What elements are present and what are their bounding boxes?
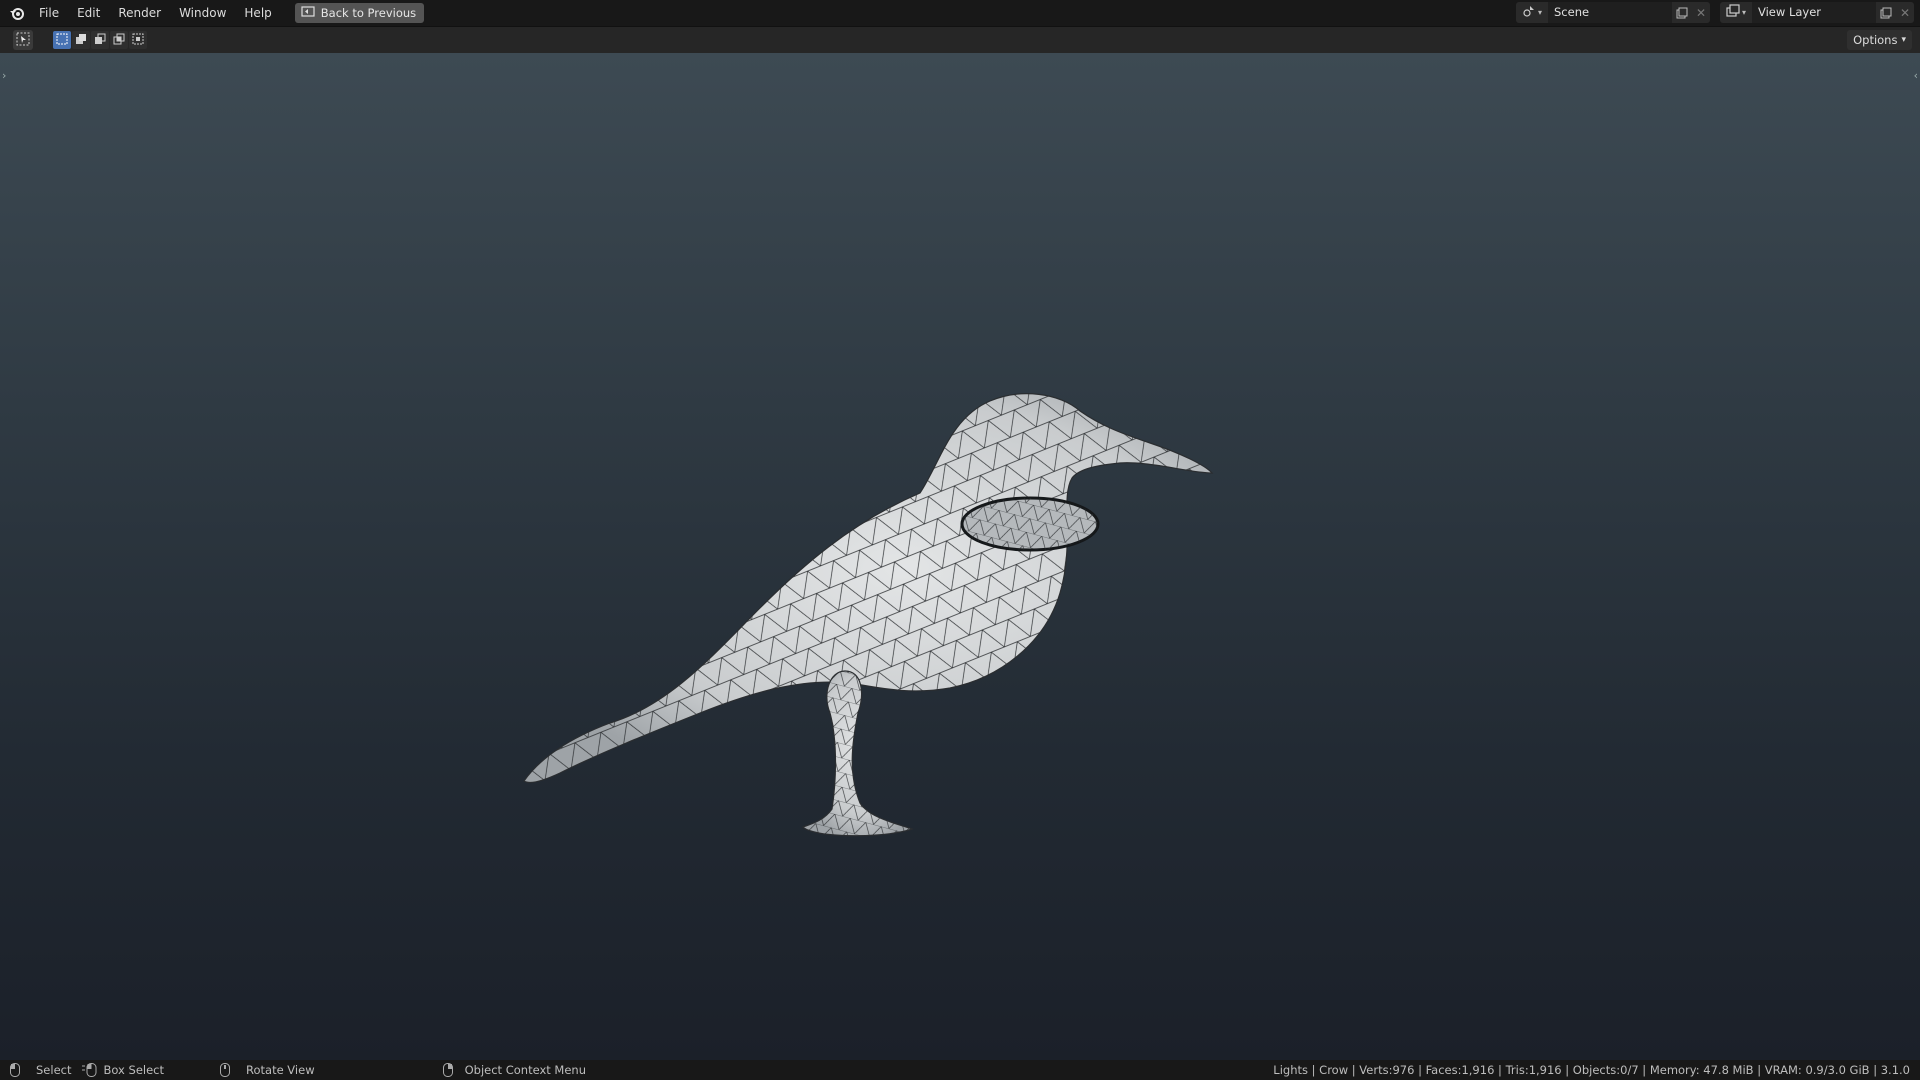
mode-new-selection-button[interactable] xyxy=(53,31,71,49)
mode-intersect-selection-button[interactable] xyxy=(129,31,147,49)
selection-mode-group xyxy=(53,31,147,49)
back-to-previous-icon xyxy=(301,5,315,21)
delete-scene-icon[interactable]: ✕ xyxy=(1692,2,1710,23)
sidebar-expand-arrow-icon[interactable]: ‹ xyxy=(1914,69,1918,82)
intersect-selection-icon xyxy=(132,33,144,48)
top-bar: File Edit Render Window Help Back to Pre… xyxy=(0,0,1920,27)
scene-dropdown[interactable]: ▾ xyxy=(1516,2,1548,23)
scene-name-field[interactable]: Scene xyxy=(1548,2,1672,23)
middle-mouse-icon xyxy=(220,1063,230,1077)
new-selection-icon xyxy=(56,33,68,48)
status-rotate-view-hint: Rotate View xyxy=(220,1063,315,1077)
status-bar: Select Box Select Rotate View Object Con… xyxy=(0,1060,1920,1080)
chevron-down-icon: ▾ xyxy=(1537,8,1542,17)
left-mouse-icon xyxy=(10,1063,20,1077)
workspace-selectors: ▾ Scene ✕ ▾ View Layer ✕ xyxy=(1516,2,1914,23)
crow-leg xyxy=(802,670,914,837)
crow-body xyxy=(523,393,1214,784)
options-dropdown[interactable]: Options ▾ xyxy=(1847,30,1912,50)
status-select-hint: Select xyxy=(10,1063,71,1077)
rotate-view-hint-label: Rotate View xyxy=(246,1063,315,1077)
toolbar-expand-arrow-icon[interactable]: › xyxy=(2,69,6,82)
new-scene-icon[interactable] xyxy=(1672,2,1692,23)
subtract-selection-icon xyxy=(94,33,106,48)
select-box-tool-button[interactable] xyxy=(13,30,33,50)
crow-mesh[interactable] xyxy=(500,333,1260,873)
mode-invert-selection-button[interactable] xyxy=(110,31,128,49)
chevron-down-icon: ▾ xyxy=(1741,8,1746,17)
view-layer-icon xyxy=(1726,4,1740,21)
context-menu-hint-label: Object Context Menu xyxy=(464,1063,586,1077)
options-label: Options xyxy=(1853,33,1898,47)
extend-selection-icon xyxy=(75,33,87,48)
scene-icon xyxy=(1522,4,1536,21)
right-mouse-icon xyxy=(442,1063,453,1077)
view-layer-dropdown[interactable]: ▾ xyxy=(1720,2,1752,23)
invert-selection-icon xyxy=(113,33,125,48)
menu-edit[interactable]: Edit xyxy=(68,0,109,26)
blender-logo-icon[interactable] xyxy=(4,0,30,26)
scene-selector: ▾ Scene ✕ xyxy=(1516,2,1710,23)
view-layer-selector: ▾ View Layer ✕ xyxy=(1720,2,1914,23)
left-mouse-drag-icon xyxy=(81,1063,97,1077)
menu-render[interactable]: Render xyxy=(109,0,170,26)
delete-view-layer-icon[interactable]: ✕ xyxy=(1896,2,1914,23)
crow-wing-disk xyxy=(960,496,1100,552)
viewport-header: Options ▾ xyxy=(0,27,1920,53)
menu-help[interactable]: Help xyxy=(235,0,280,26)
back-to-previous-label: Back to Previous xyxy=(320,6,417,20)
menu-file[interactable]: File xyxy=(30,0,68,26)
chevron-down-icon: ▾ xyxy=(1901,35,1906,45)
box-select-hint-label: Box Select xyxy=(103,1063,164,1077)
status-box-select-hint: Box Select xyxy=(81,1063,164,1077)
scene-statistics: Lights | Crow | Verts:976 | Faces:1,916 … xyxy=(1273,1063,1910,1077)
mode-subtract-selection-button[interactable] xyxy=(91,31,109,49)
back-to-previous-button[interactable]: Back to Previous xyxy=(294,3,425,23)
new-view-layer-icon[interactable] xyxy=(1876,2,1896,23)
view-layer-name-field[interactable]: View Layer xyxy=(1752,2,1876,23)
menu-window[interactable]: Window xyxy=(170,0,235,26)
3d-viewport[interactable]: › ‹ xyxy=(0,53,1920,1060)
status-context-menu-hint: Object Context Menu xyxy=(442,1063,586,1077)
mode-extend-selection-button[interactable] xyxy=(72,31,90,49)
select-box-tool-icon xyxy=(16,32,30,49)
select-hint-label: Select xyxy=(36,1063,72,1077)
